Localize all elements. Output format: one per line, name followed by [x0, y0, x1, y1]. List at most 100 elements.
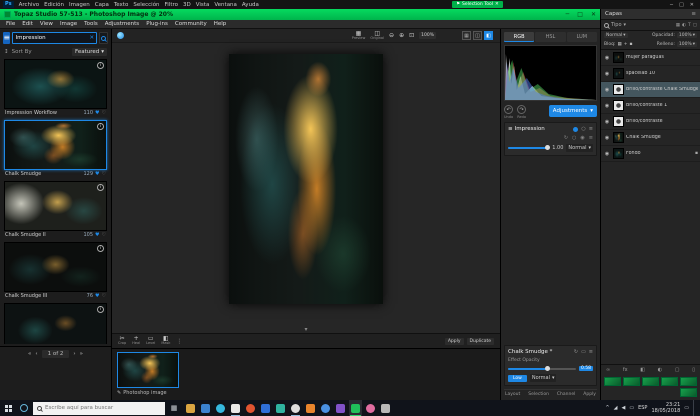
- lock-transparency-icon[interactable]: ▦: [617, 42, 621, 47]
- taskbar-app-icon[interactable]: [319, 400, 332, 416]
- clear-search-icon[interactable]: ✕: [89, 35, 94, 41]
- layer-row[interactable]: ◉ Brillo/contraste 1: [601, 98, 700, 114]
- ps-menu-archivo[interactable]: Archivo: [19, 2, 40, 8]
- ps-menu-ventana[interactable]: Ventana: [214, 2, 237, 8]
- taskbar-app-icon[interactable]: [214, 400, 227, 416]
- filter-pixel-icon[interactable]: ▦: [676, 23, 680, 28]
- taskbar-app-icon[interactable]: [304, 400, 317, 416]
- adjustment-layer-thumbnail[interactable]: [613, 116, 624, 127]
- footer-channel[interactable]: Channel: [557, 392, 575, 397]
- layer-name[interactable]: spacelab 10: [626, 71, 698, 76]
- layer-row[interactable]: ◉ spacelab 10: [601, 66, 700, 82]
- selection-tool-badge[interactable]: ⚑ Selection Tool ✕: [452, 1, 503, 8]
- visibility-eye-icon[interactable]: ◉: [603, 151, 611, 157]
- tab-lum[interactable]: LUM: [567, 32, 597, 42]
- heart-icon[interactable]: ♡: [102, 110, 106, 116]
- start-button[interactable]: [0, 400, 17, 416]
- preset-card-chalk-smudge-2[interactable]: i Chalk Smudge II 105 ♥ ♡: [4, 181, 107, 238]
- show-desktop-button[interactable]: [693, 400, 697, 416]
- taskbar-app-icon[interactable]: [274, 400, 287, 416]
- preset-thumbnail[interactable]: i: [4, 120, 107, 170]
- adjustment-layer-thumbnail[interactable]: [613, 100, 624, 111]
- link-layers-icon[interactable]: ∞: [606, 367, 610, 373]
- visibility-eye-icon[interactable]: ◉: [603, 135, 611, 141]
- heal-tool-button[interactable]: + Heal: [132, 336, 140, 346]
- layer-name[interactable]: Brillo/contraste Chalk Smudge II: [626, 87, 698, 92]
- layers-tab[interactable]: Capas: [605, 11, 622, 17]
- heart-icon[interactable]: ♡: [102, 171, 106, 177]
- volume-icon[interactable]: ◀: [621, 405, 625, 411]
- battery-icon[interactable]: ▭: [629, 405, 634, 411]
- visibility-eye-icon[interactable]: ◉: [603, 103, 611, 109]
- taskbar-app-icon[interactable]: [199, 400, 212, 416]
- cortana-button[interactable]: [17, 404, 31, 412]
- original-button[interactable]: ◫ Original: [370, 31, 384, 41]
- opacity-slider[interactable]: [508, 147, 549, 149]
- menu-icon[interactable]: ≡: [589, 135, 593, 141]
- thumbs-up-icon[interactable]: ♥: [95, 171, 99, 177]
- apply-button[interactable]: Apply: [445, 338, 464, 345]
- ps-menu-capa[interactable]: Capa: [95, 2, 109, 8]
- lock-position-icon[interactable]: +: [624, 42, 628, 47]
- visibility-eye-icon[interactable]: ◉: [603, 119, 611, 125]
- wifi-icon[interactable]: ◢: [614, 405, 618, 411]
- info-icon[interactable]: i: [97, 306, 104, 313]
- save-icon[interactable]: ▭: [581, 349, 586, 355]
- slider-knob[interactable]: [545, 145, 550, 150]
- language-indicator[interactable]: ESP: [638, 405, 647, 411]
- ps-close-button[interactable]: ✕: [690, 2, 694, 8]
- layer-mask-icon[interactable]: ◧: [640, 367, 645, 373]
- preset-thumbnail[interactable]: i: [4, 242, 107, 292]
- filter-type-label[interactable]: Tipo: [611, 22, 622, 28]
- ps-menu-vista[interactable]: Vista: [196, 2, 210, 8]
- layer-thumbnail[interactable]: [613, 148, 624, 159]
- menu-icon[interactable]: ≡: [589, 349, 593, 355]
- panel-menu-icon[interactable]: ≡: [691, 11, 696, 17]
- preview-button[interactable]: ▦ Preview: [352, 31, 366, 41]
- layer-name[interactable]: Brillo/contraste: [626, 119, 698, 124]
- filter-type-icon[interactable]: T: [688, 23, 691, 28]
- footer-apply[interactable]: Apply: [583, 392, 596, 397]
- preset-thumbnail[interactable]: i: [4, 303, 107, 344]
- effect-opacity-slider[interactable]: [508, 368, 576, 370]
- fit-button[interactable]: ⊡: [409, 33, 414, 39]
- preset-thumbnail[interactable]: i: [4, 181, 107, 231]
- dock-tile[interactable]: [680, 377, 697, 386]
- thumbs-up-icon[interactable]: ♥: [95, 293, 99, 299]
- blend-mode-dropdown[interactable]: Normal ▾: [566, 144, 593, 152]
- circle-icon[interactable]: ○: [572, 135, 576, 141]
- hamburger-menu-button[interactable]: ≡: [3, 32, 10, 44]
- impression-adjustment-card[interactable]: ≡ Impression ○ ≡ ↻ ○ ◉ ≡: [504, 122, 597, 156]
- menu-view[interactable]: View: [40, 21, 53, 27]
- thumbs-up-icon[interactable]: ♥: [95, 110, 99, 116]
- footer-layout[interactable]: Layout: [505, 392, 520, 397]
- menu-community[interactable]: Community: [175, 21, 207, 27]
- layer-name[interactable]: Chalk Smudge: [626, 135, 698, 140]
- maximize-button[interactable]: □: [577, 11, 583, 18]
- collapse-filmstrip-icon[interactable]: ▾: [304, 327, 307, 333]
- tab-rgb[interactable]: RGB: [504, 32, 534, 42]
- layer-name[interactable]: Brillo/contraste 1: [626, 103, 698, 108]
- task-view-button[interactable]: ▦: [167, 404, 181, 412]
- heart-icon[interactable]: ♡: [102, 293, 106, 299]
- crop-tool-button[interactable]: ✂ Crop: [118, 336, 126, 346]
- adjustment-layer-thumbnail[interactable]: [613, 84, 624, 95]
- sort-dropdown[interactable]: Featured ▾: [72, 48, 107, 56]
- opacity-dropdown[interactable]: 100% ▾: [677, 33, 697, 38]
- taskbar-app-icon[interactable]: [334, 400, 347, 416]
- dock-tile[interactable]: [604, 377, 621, 386]
- filter-adjustment-icon[interactable]: ◐: [682, 23, 686, 28]
- notification-center-icon[interactable]: ▭: [684, 405, 689, 411]
- circle-icon[interactable]: ○: [581, 126, 585, 132]
- preset-card-chalk-smudge-3[interactable]: i Chalk Smudge III 76 ♥ ♡: [4, 242, 107, 299]
- slider-knob[interactable]: [545, 366, 550, 371]
- search-button[interactable]: [99, 32, 108, 44]
- dock-tile[interactable]: [680, 388, 697, 397]
- layer-name[interactable]: Fondo: [626, 151, 693, 156]
- first-page-button[interactable]: «: [28, 351, 31, 357]
- split-view-button[interactable]: ◫: [473, 31, 482, 40]
- menu-help[interactable]: Help: [214, 21, 227, 27]
- filmstrip-thumbnail[interactable]: [117, 352, 179, 388]
- close-button[interactable]: ✕: [591, 11, 596, 18]
- badge-close-icon[interactable]: ✕: [495, 2, 499, 7]
